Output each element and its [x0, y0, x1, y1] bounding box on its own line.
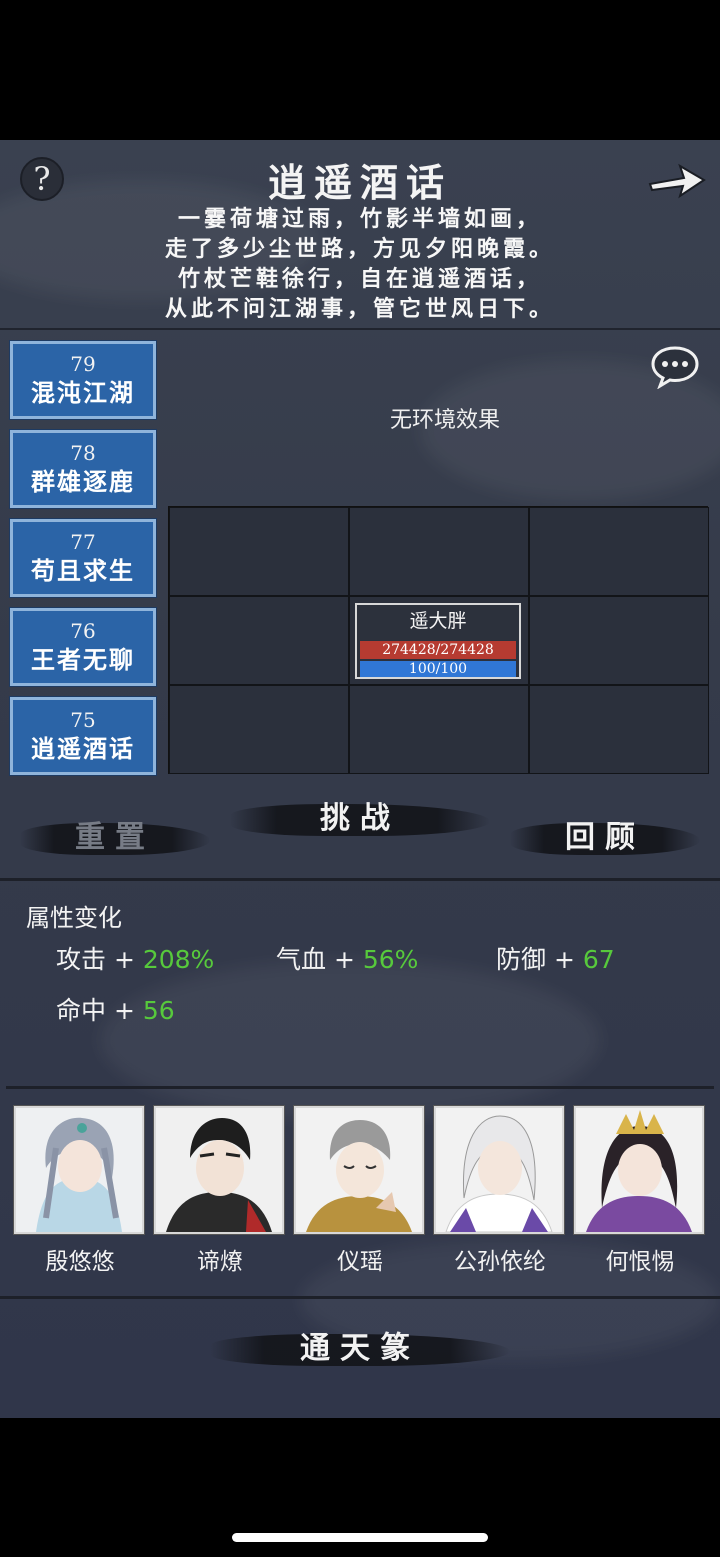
divider	[0, 878, 720, 881]
tongtian-label: 通天篆	[300, 1331, 420, 1366]
portrait-image	[156, 1108, 282, 1232]
level-name: 王者无聊	[31, 645, 135, 674]
review-button[interactable]: 回顾	[510, 815, 700, 861]
environment-effect: 无环境效果	[389, 408, 500, 433]
stat-value: 67	[582, 945, 615, 974]
level-item-78[interactable]: 78 群雄逐鹿	[9, 429, 157, 509]
hero-card[interactable]: 殷悠悠	[13, 1105, 146, 1276]
accuracy-stat: 命中 + 56	[56, 991, 175, 1027]
enemy-name: 遥大胖	[409, 610, 467, 632]
arrow-right-icon	[648, 163, 706, 199]
grid-cell[interactable]	[529, 685, 709, 774]
level-item-75[interactable]: 75 逍遥酒话	[9, 696, 157, 776]
poem-line: 从此不问江湖事，管它世风日下。	[164, 296, 555, 322]
stat-value: 56	[142, 996, 175, 1025]
level-number: 79	[70, 352, 96, 376]
grid-cell[interactable]	[349, 507, 529, 596]
grid-cell[interactable]	[529, 507, 709, 596]
divider	[6, 1086, 714, 1089]
stat-value: 208%	[142, 945, 215, 974]
poem-line: 走了多少尘世路，方见夕阳晚霞。	[164, 236, 555, 262]
game-screen: ? 逍遥酒话 一霎荷塘过雨，竹影半墙如画， 走了多少尘世路，方见夕阳晚霞。 竹杖…	[0, 140, 720, 1418]
portrait-image	[296, 1108, 422, 1232]
stat-label: 防御 +	[496, 945, 583, 974]
hero-name: 何恨惕	[605, 1249, 675, 1275]
level-number: 78	[70, 441, 96, 465]
stat-value: 56%	[362, 945, 419, 974]
level-number: 75	[70, 708, 96, 732]
level-poem: 一霎荷塘过雨，竹影半墙如画， 走了多少尘世路，方见夕阳晚霞。 竹杖芒鞋徐行，自在…	[0, 204, 720, 324]
hero-portrait	[433, 1105, 565, 1235]
mp-bar: 100/100	[360, 661, 516, 677]
portrait-image	[16, 1108, 142, 1232]
grid-cell[interactable]	[349, 685, 529, 774]
speech-bubble-icon	[651, 346, 699, 390]
hero-card[interactable]: 仪瑶	[293, 1105, 426, 1276]
hero-name: 仪瑶	[337, 1249, 383, 1275]
poem-line: 一霎荷塘过雨，竹影半墙如画，	[177, 206, 542, 232]
chat-button[interactable]	[650, 345, 700, 390]
divider	[0, 1296, 720, 1299]
grid-cell[interactable]	[529, 596, 709, 685]
stat-label: 命中 +	[56, 996, 143, 1025]
hp-text: 274428/274428	[382, 642, 494, 658]
stat-label: 攻击 +	[56, 945, 143, 974]
defense-stat: 防御 + 67	[496, 940, 615, 976]
level-name: 逍遥酒话	[31, 734, 135, 763]
hero-card[interactable]: 公孙依纶	[433, 1105, 566, 1276]
grid-cell[interactable]	[169, 685, 349, 774]
next-arrow-button[interactable]	[646, 158, 706, 202]
challenge-button[interactable]: 挑战	[230, 796, 490, 842]
level-name: 群雄逐鹿	[31, 467, 135, 496]
level-title: 逍遥酒话	[267, 160, 452, 205]
level-number: 77	[70, 530, 96, 554]
portrait-image	[436, 1108, 562, 1232]
hp-stat: 气血 + 56%	[276, 940, 418, 976]
level-name: 混沌江湖	[31, 378, 135, 407]
enemy-unit-card[interactable]: 遥大胖 274428/274428 100/100	[355, 603, 521, 679]
level-header: ? 逍遥酒话 一霎荷塘过雨，竹影半墙如画， 走了多少尘世路，方见夕阳晚霞。 竹杖…	[0, 140, 720, 330]
home-indicator[interactable]	[232, 1533, 488, 1542]
hero-portrait	[573, 1105, 705, 1235]
level-name: 苟且求生	[31, 556, 135, 585]
hero-portrait	[13, 1105, 145, 1235]
reset-label: 重置	[75, 820, 155, 855]
mp-text: 100/100	[408, 661, 468, 677]
level-item-79[interactable]: 79 混沌江湖	[9, 340, 157, 420]
reset-button[interactable]: 重置	[20, 815, 210, 861]
poem-line: 竹杖芒鞋徐行，自在逍遥酒话，	[177, 266, 542, 292]
tongtian-button[interactable]: 通天篆	[210, 1326, 510, 1372]
attribute-title: 属性变化	[26, 904, 122, 932]
attack-stat: 攻击 + 208%	[56, 940, 214, 976]
hp-bar: 274428/274428	[360, 641, 516, 659]
hero-portrait	[153, 1105, 285, 1235]
stat-label: 气血 +	[276, 945, 363, 974]
grid-cell[interactable]	[169, 596, 349, 685]
hero-name: 谛燎	[197, 1249, 243, 1275]
level-item-77[interactable]: 77 苟且求生	[9, 518, 157, 598]
level-number: 76	[70, 619, 96, 643]
hero-card[interactable]: 何恨惕	[573, 1105, 706, 1276]
challenge-label: 挑战	[320, 801, 400, 836]
review-label: 回顾	[565, 820, 645, 855]
grid-cell[interactable]	[169, 507, 349, 596]
hero-name: 殷悠悠	[45, 1249, 115, 1275]
hero-name: 公孙依纶	[454, 1249, 546, 1275]
portrait-image	[576, 1108, 702, 1232]
hero-card[interactable]: 谛燎	[153, 1105, 286, 1276]
level-item-76[interactable]: 76 王者无聊	[9, 607, 157, 687]
hero-portrait	[293, 1105, 425, 1235]
